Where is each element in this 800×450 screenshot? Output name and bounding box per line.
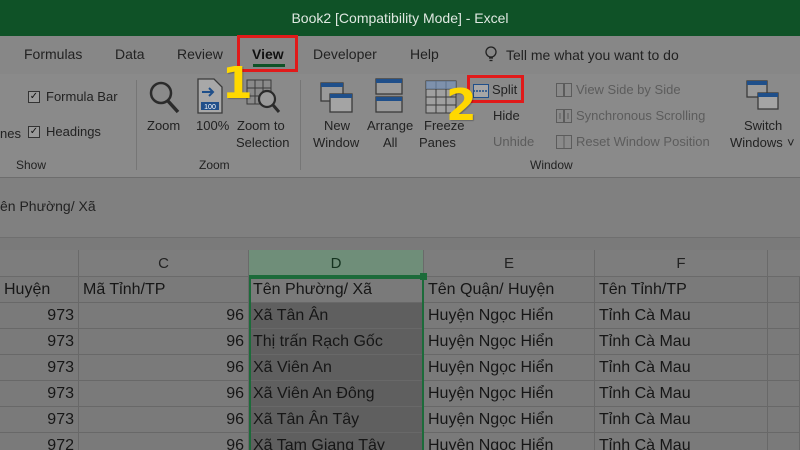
- switch-windows-dropdown-icon[interactable]: ˅: [787, 135, 795, 151]
- grid-cell[interactable]: 96: [79, 433, 249, 450]
- grid-cell[interactable]: Tỉnh Cà Mau: [595, 303, 768, 329]
- grid-cell[interactable]: Huyện Ngọc Hiển: [424, 355, 595, 381]
- grid-cell[interactable]: Huyện Ngọc Hiển: [424, 433, 595, 450]
- selection-fill-handle[interactable]: [420, 273, 427, 280]
- grid-cell[interactable]: 96: [79, 355, 249, 381]
- show-group-label: Show: [16, 158, 47, 172]
- new-window-line2[interactable]: Window: [313, 135, 359, 151]
- grid-cell[interactable]: Mã Tỉnh/TP: [79, 277, 249, 303]
- grid-cell[interactable]: 96: [79, 407, 249, 433]
- headings-checkbox[interactable]: ✓: [28, 126, 40, 138]
- switch-windows-line2[interactable]: Windows: [730, 135, 783, 151]
- reset-position-icon: [556, 135, 572, 149]
- switch-windows-icon[interactable]: [746, 80, 780, 112]
- formula-bar-label: Formula Bar: [46, 89, 118, 104]
- grid-cell[interactable]: Tỉnh Cà Mau: [595, 329, 768, 355]
- grid-cell[interactable]: 973: [0, 355, 79, 381]
- tab-review[interactable]: Review: [177, 46, 223, 62]
- side-by-side-icon: [556, 83, 572, 97]
- arrange-all-line1[interactable]: Arrange: [367, 118, 413, 134]
- ribbon-tabs: Formulas Data Review View Developer Help…: [0, 36, 800, 74]
- tell-me-placeholder: Tell me what you want to do: [506, 47, 679, 63]
- zoom-to-selection-line1[interactable]: Zoom to: [237, 118, 285, 134]
- grid-cell[interactable]: Tỉnh Cà Mau: [595, 407, 768, 433]
- step-2-label: 2: [446, 80, 477, 131]
- separator: [136, 80, 137, 170]
- grid-cell[interactable]: [768, 381, 800, 407]
- grid-cell[interactable]: [768, 433, 800, 450]
- window-group-label: Window: [530, 158, 573, 172]
- grid-cell[interactable]: 972: [0, 433, 79, 450]
- tab-developer[interactable]: Developer: [313, 46, 377, 62]
- lightbulb-icon: [485, 46, 497, 62]
- formula-bar[interactable]: ên Phường/ Xã: [0, 178, 800, 238]
- tell-me-box[interactable]: Tell me what you want to do: [484, 46, 679, 64]
- grid-cell[interactable]: Tỉnh Cà Mau: [595, 355, 768, 381]
- grid-cell[interactable]: Huyện Ngọc Hiển: [424, 407, 595, 433]
- grid-cell[interactable]: 973: [0, 329, 79, 355]
- grid-cell[interactable]: [768, 303, 800, 329]
- formula-bar-checkbox[interactable]: ✓: [28, 91, 40, 103]
- grid-cell[interactable]: Huyện Ngọc Hiển: [424, 329, 595, 355]
- grid-cell[interactable]: [768, 407, 800, 433]
- column-header-f[interactable]: F: [595, 250, 768, 277]
- formula-bar-content: ên Phường/ Xã: [0, 198, 96, 214]
- title-bar: Book2 [Compatibility Mode] - Excel: [0, 0, 800, 36]
- grid-cell[interactable]: [768, 355, 800, 381]
- zoom-group-label: Zoom: [199, 158, 230, 172]
- grid-cell[interactable]: Huyện Ngọc Hiển: [424, 381, 595, 407]
- window-title: Book2 [Compatibility Mode] - Excel: [291, 10, 509, 26]
- switch-windows-line1[interactable]: Switch: [744, 118, 782, 134]
- grid-cell[interactable]: 96: [79, 329, 249, 355]
- grid-cell[interactable]: Tỉnh Cà Mau: [595, 381, 768, 407]
- column-header-next[interactable]: [768, 250, 800, 277]
- grid-cell[interactable]: Huyện Ngọc Hiển: [424, 303, 595, 329]
- grid-cell[interactable]: Tên Quận/ Huyện: [424, 277, 595, 303]
- hide-button[interactable]: Hide: [493, 108, 520, 124]
- freeze-panes-line2[interactable]: Panes: [419, 135, 456, 151]
- view-side-by-side-button[interactable]: View Side by Side: [576, 82, 681, 98]
- grid-cell[interactable]: 973: [0, 303, 79, 329]
- column-header-c[interactable]: C: [79, 250, 249, 277]
- column-header-d[interactable]: D: [249, 250, 424, 277]
- zoom-button[interactable]: Zoom: [147, 118, 180, 134]
- grid-cell[interactable]: Huyện: [0, 277, 79, 303]
- selected-column-border: [249, 277, 424, 450]
- column-headers: C D E F: [0, 250, 800, 277]
- arrange-all-line2[interactable]: All: [383, 135, 397, 151]
- grid-cell[interactable]: Tỉnh Cà Mau: [595, 433, 768, 450]
- grid-cell[interactable]: [768, 277, 800, 303]
- ribbon: nes ✓ Formula Bar ✓ Headings Show Zoom 1…: [0, 74, 800, 178]
- column-header-partial[interactable]: [0, 250, 79, 277]
- tab-data[interactable]: Data: [115, 46, 145, 62]
- sync-scroll-icon: [556, 109, 572, 123]
- grid-cell[interactable]: 96: [79, 381, 249, 407]
- grid-cell[interactable]: [768, 329, 800, 355]
- magnifier-icon[interactable]: [148, 80, 180, 114]
- headings-label: Headings: [46, 124, 101, 139]
- grid-cell[interactable]: 973: [0, 407, 79, 433]
- zoom-to-selection-line2[interactable]: Selection: [236, 135, 289, 151]
- tab-help[interactable]: Help: [410, 46, 439, 62]
- column-header-e[interactable]: E: [424, 250, 595, 277]
- step-1-label: 1: [222, 58, 253, 109]
- reset-window-position-button[interactable]: Reset Window Position: [576, 134, 710, 150]
- arrange-all-icon[interactable]: [375, 78, 403, 114]
- new-window-line1[interactable]: New: [324, 118, 350, 134]
- zoom-100-icon-text: 100: [204, 104, 216, 111]
- show-partial-label: nes: [0, 126, 21, 141]
- new-window-icon[interactable]: [320, 82, 354, 114]
- zoom-100-icon[interactable]: 100: [196, 78, 224, 114]
- unhide-button[interactable]: Unhide: [493, 134, 534, 150]
- grid-cell[interactable]: Tên Tỉnh/TP: [595, 277, 768, 303]
- tab-formulas[interactable]: Formulas: [24, 46, 82, 62]
- synchronous-scrolling-button[interactable]: Synchronous Scrolling: [576, 108, 705, 124]
- grid-cell[interactable]: 973: [0, 381, 79, 407]
- separator: [300, 80, 301, 170]
- grid-cell[interactable]: 96: [79, 303, 249, 329]
- zoom-100-button[interactable]: 100%: [196, 118, 229, 134]
